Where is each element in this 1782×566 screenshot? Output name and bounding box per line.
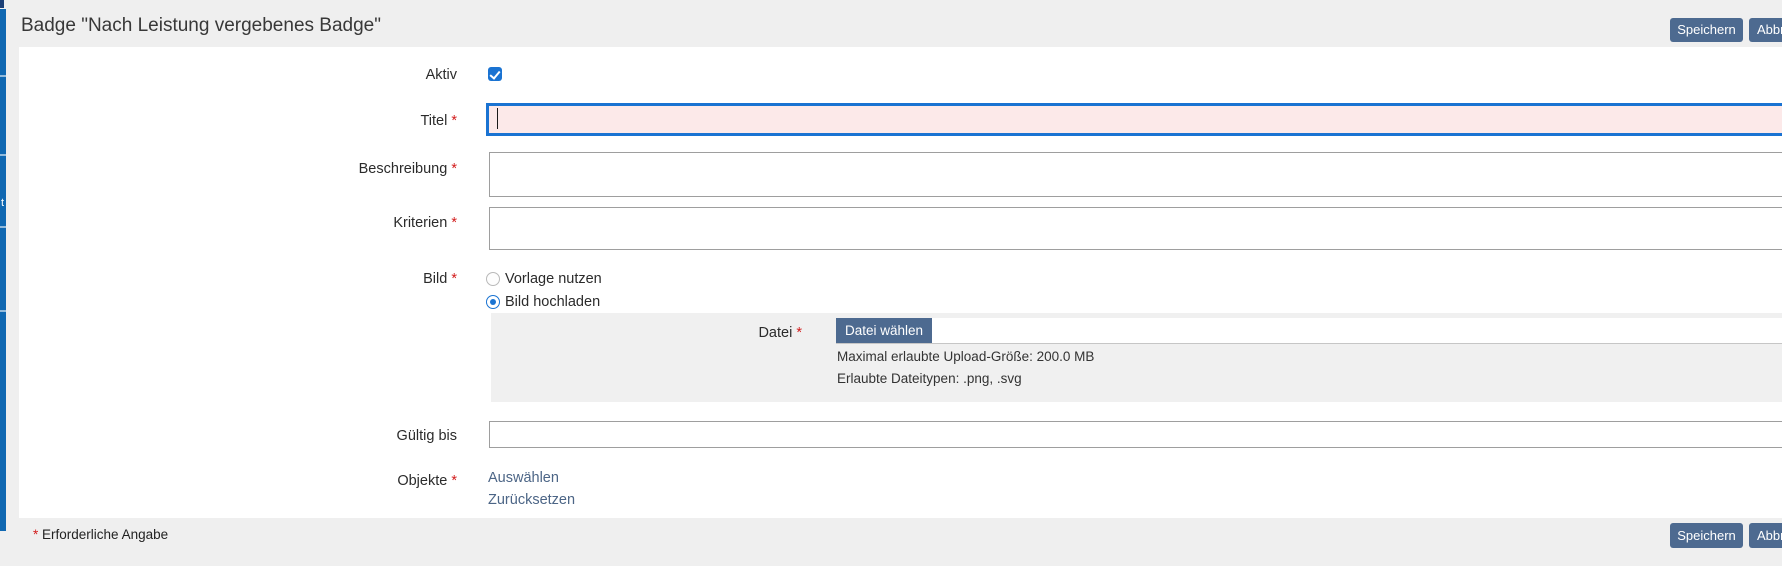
required-asterisk: * [451, 271, 457, 287]
page-title: Badge "Nach Leistung vergebenes Badge" [21, 15, 381, 37]
objekte-auswaehlen-link[interactable]: Auswählen [488, 470, 559, 487]
objekte-zuruecksetzen-link[interactable]: Zurücksetzen [488, 492, 575, 509]
upload-size-hint: Maximal erlaubte Upload-Größe: 200.0 MB [837, 348, 1094, 365]
required-asterisk: * [451, 161, 457, 177]
required-asterisk: * [451, 215, 457, 231]
radio-hochladen-label[interactable]: Bild hochladen [505, 294, 600, 311]
gueltig-bis-input[interactable] [489, 421, 1782, 448]
sidebar-edge: t [0, 9, 6, 531]
sidebar-divider [0, 310, 6, 312]
radio-bild-hochladen[interactable] [486, 295, 500, 309]
kriterien-textarea[interactable] [489, 207, 1782, 250]
radio-vorlage-nutzen[interactable] [486, 272, 500, 286]
save-button-bottom[interactable]: Speichern [1670, 523, 1743, 548]
sidebar-top-cap [0, 0, 4, 8]
required-asterisk: * [796, 325, 802, 341]
aktiv-checkbox[interactable] [488, 67, 502, 81]
required-fields-note: * Erforderliche Angabe [33, 526, 168, 543]
objekte-label: Objekte * [197, 473, 457, 490]
cancel-button-bottom[interactable]: Abbrechen [1749, 523, 1782, 548]
titel-input[interactable] [486, 103, 1782, 136]
filetypes-hint: Erlaubte Dateitypen: .png, .svg [837, 370, 1022, 387]
beschreibung-textarea[interactable] [489, 152, 1782, 197]
page: t Badge "Nach Leistung vergebenes Badge"… [0, 0, 1782, 566]
titel-label: Titel * [197, 113, 457, 130]
bild-label: Bild * [197, 271, 457, 288]
required-asterisk: * [451, 473, 457, 489]
sidebar-divider [0, 75, 6, 77]
required-asterisk: * [451, 113, 457, 129]
kriterien-label: Kriterien * [197, 215, 457, 232]
file-choose-button[interactable]: Datei wählen [836, 318, 932, 343]
sidebar-clipped-text: t [1, 198, 4, 209]
aktiv-label: Aktiv [197, 67, 457, 84]
datei-label: Datei * [542, 325, 802, 342]
beschreibung-label: Beschreibung * [197, 161, 457, 178]
radio-vorlage-label[interactable]: Vorlage nutzen [505, 271, 602, 288]
cancel-button-top[interactable]: Abbrechen [1749, 18, 1782, 42]
save-button-top[interactable]: Speichern [1670, 18, 1743, 42]
sidebar-divider [0, 154, 6, 156]
gueltig-bis-label: Gültig bis [197, 428, 457, 445]
required-asterisk: * [33, 527, 38, 542]
sidebar-divider [0, 226, 6, 228]
file-input-field[interactable] [836, 318, 1782, 344]
text-caret [497, 108, 498, 129]
